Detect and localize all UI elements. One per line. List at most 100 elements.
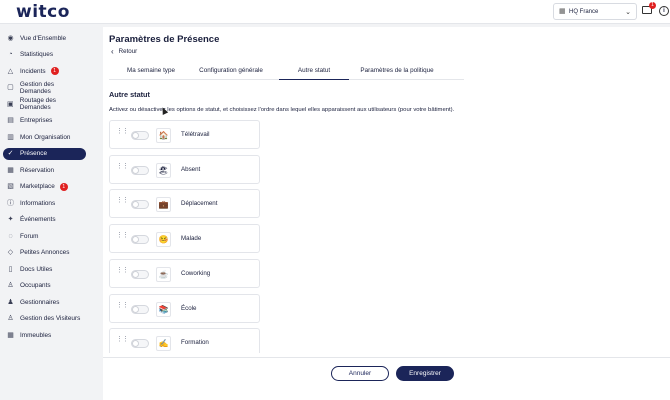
footer-actions: Annuler Enregistrer [103, 357, 670, 400]
chart-icon: ◔ [8, 51, 13, 58]
status-card-formation[interactable]: ⋮⋮ ✍ Formation [109, 328, 260, 353]
back-link[interactable]: ‹ Retour [111, 47, 137, 56]
event-icon: ✦ [7, 216, 14, 223]
chevron-down-icon: ⌄ [625, 8, 631, 16]
chevron-left-icon: ‹ [111, 47, 114, 56]
drag-handle-icon[interactable]: ⋮⋮ [116, 197, 129, 204]
books-icon: 📚 [156, 301, 171, 317]
sidebar-item-marketplace[interactable]: ▧ Marketplace 1 [3, 181, 86, 193]
tab-parametres-politique[interactable]: Paramètres de la politique [356, 67, 438, 80]
building-name: HQ France [569, 8, 599, 15]
incidents-badge: 1 [50, 67, 59, 75]
main-panel: Paramètres de Présence ‹ Retour Ma semai… [103, 27, 670, 400]
sidebar-item-evenements[interactable]: ✦ Événements [3, 214, 86, 226]
tab-ma-semaine-type[interactable]: Ma semaine type [118, 67, 184, 80]
toggle-knob [132, 166, 139, 174]
calendar-icon: ▦ [7, 166, 14, 174]
sidebar-item-immeubles[interactable]: ▦ Immeubles [3, 329, 86, 341]
status-card-teletravail[interactable]: ⋮⋮ 🏠 Télétravail [109, 120, 260, 149]
sidebar: ◉ Vue d'Ensemble ◔ Statistiques △ Incidents… [0, 25, 100, 400]
briefcase-icon: ▤ [7, 117, 14, 124]
sidebar-item-informations[interactable]: ⓘ Informations [3, 197, 86, 209]
save-button[interactable]: Enregistrer [396, 366, 454, 381]
sidebar-item-vue-ensemble[interactable]: ◉ Vue d'Ensemble [3, 32, 86, 44]
sidebar-item-gestion-demandes[interactable]: ▢ Gestion des Demandes [3, 81, 86, 95]
sidebar-item-petites-annonces[interactable]: ◇ Petites Annonces [3, 247, 86, 259]
status-toggle[interactable] [131, 269, 149, 279]
cancel-button[interactable]: Annuler [331, 366, 389, 381]
toggle-knob [132, 236, 139, 244]
building-icon: ▦ [559, 7, 566, 15]
sidebar-item-mon-organisation[interactable]: ▥ Mon Organisation [3, 131, 86, 143]
chat-icon: ◌ [8, 232, 13, 240]
beach-icon: 🏖 [156, 162, 171, 178]
toggle-knob [132, 305, 139, 313]
toggle-knob [132, 340, 139, 348]
tab-autre-statut[interactable]: Autre statut [279, 67, 349, 80]
sidebar-item-forum[interactable]: ◌ Forum [3, 230, 86, 242]
status-label: Télétravail [181, 131, 210, 138]
status-list[interactable]: ⋮⋮ 🏠 Télétravail ⋮⋮ 🏖 Absent ⋮⋮ 💼 Déplac… [109, 120, 261, 353]
status-toggle[interactable] [131, 235, 149, 245]
warning-icon: △ [7, 67, 14, 75]
sidebar-item-incidents[interactable]: △ Incidents 1 [3, 65, 86, 77]
status-card-malade[interactable]: ⋮⋮ 🤒 Malade [109, 224, 260, 254]
building-icon: ▦ [7, 331, 14, 339]
witco-logo[interactable]: witco [16, 2, 70, 22]
sidebar-item-entreprises[interactable]: ▤ Entreprises [3, 115, 86, 127]
status-card-coworking[interactable]: ⋮⋮ ☕ Coworking [109, 258, 260, 288]
sidebar-item-presence[interactable]: ✓ Présence [3, 147, 86, 160]
page-title: Paramètres de Présence [109, 34, 220, 45]
drag-handle-icon[interactable]: ⋮⋮ [116, 232, 129, 239]
status-toggle[interactable] [131, 131, 149, 140]
tab-configuration-generale[interactable]: Configuration générale [191, 67, 271, 80]
marketplace-badge: 1 [59, 182, 68, 191]
status-card-deplacement[interactable]: ⋮⋮ 💼 Déplacement [109, 189, 260, 219]
org-icon: ▥ [7, 133, 14, 141]
status-label: Absent [181, 165, 201, 173]
sidebar-item-docs-utiles[interactable]: ▯ Docs Utiles [3, 263, 86, 275]
tab-bar: Ma semaine type Configuration générale A… [109, 65, 464, 80]
status-toggle[interactable] [131, 304, 149, 314]
sidebar-item-occupants[interactable]: ♙ Occupants [3, 280, 86, 292]
status-card-ecole[interactable]: ⋮⋮ 📚 École [109, 293, 260, 323]
drag-handle-icon[interactable]: ⋮⋮ [116, 302, 129, 309]
house-icon: 🏠 [156, 128, 171, 143]
status-label: Formation [181, 339, 209, 347]
sick-face-icon: 🤒 [156, 232, 171, 248]
user-icon: ♙ [7, 282, 14, 289]
mail-badge: 1 [649, 2, 656, 9]
toggle-knob [132, 270, 139, 278]
back-label: Retour [118, 48, 138, 55]
drag-handle-icon[interactable]: ⋮⋮ [116, 336, 129, 343]
visitor-icon: ♙ [7, 315, 14, 322]
status-toggle[interactable] [131, 339, 149, 349]
drag-handle-icon[interactable]: ⋮⋮ [116, 128, 129, 135]
doc-icon: ▯ [8, 265, 13, 273]
tag-icon: ◇ [7, 249, 14, 256]
status-label: Coworking [181, 269, 211, 277]
sidebar-item-gestion-visiteurs[interactable]: ♙ Gestion des Visiteurs [3, 313, 86, 325]
status-label: Déplacement [181, 200, 218, 208]
sidebar-item-reservation[interactable]: ▦ Réservation [3, 164, 86, 176]
sidebar-item-statistiques[interactable]: ◔ Statistiques [3, 49, 86, 61]
eye-icon: ◉ [7, 34, 14, 42]
drag-handle-icon[interactable]: ⋮⋮ [116, 267, 129, 274]
status-label: Malade [181, 235, 202, 243]
building-selector[interactable]: ▦ HQ France ⌄ [553, 3, 637, 20]
store-icon: ▧ [7, 183, 14, 190]
status-card-absent[interactable]: ⋮⋮ 🏖 Absent [109, 154, 260, 184]
status-toggle[interactable] [131, 200, 149, 210]
sidebar-item-routage-demandes[interactable]: ▣ Routage des Demandes [3, 97, 86, 111]
toggle-knob [132, 201, 139, 209]
sidebar-item-gestionnaires[interactable]: ♟ Gestionnaires [3, 296, 86, 308]
info-icon: ⓘ [7, 199, 14, 207]
info-icon[interactable]: i [659, 6, 669, 16]
coffee-icon: ☕ [156, 266, 171, 282]
drag-handle-icon[interactable]: ⋮⋮ [116, 163, 129, 170]
briefcase-icon: 💼 [156, 197, 171, 213]
status-toggle[interactable] [131, 165, 149, 175]
status-label: École [181, 304, 197, 312]
writing-hand-icon: ✍ [156, 336, 171, 352]
route-icon: ▣ [7, 100, 14, 108]
